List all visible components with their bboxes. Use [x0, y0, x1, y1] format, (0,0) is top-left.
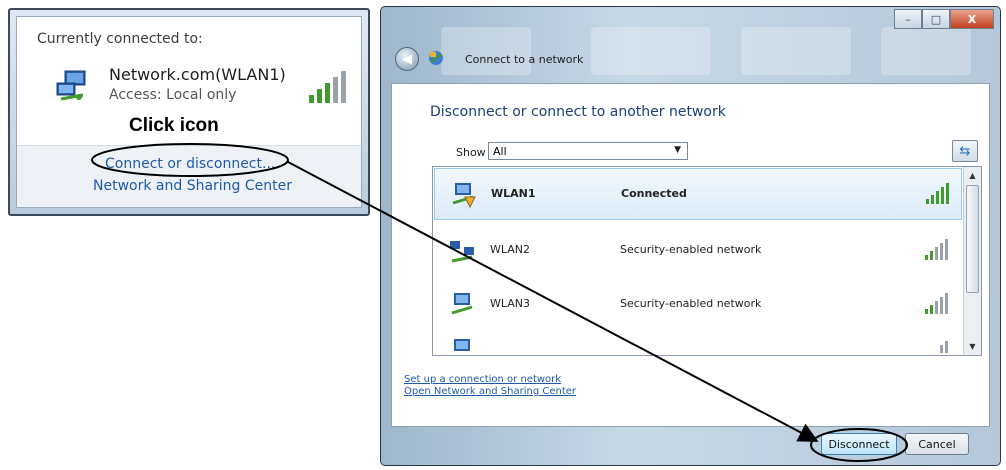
scroll-up-icon[interactable]: ▲	[965, 168, 980, 183]
connect-to-network-window: – □ X ◀ Connect to a network Disconnect …	[380, 6, 1001, 466]
back-arrow-icon[interactable]: ◀	[395, 47, 419, 71]
background-ghost-3	[741, 27, 851, 75]
maximize-button[interactable]: □	[922, 9, 950, 29]
network-list: WLAN1 Connected WLAN2 Security-enabled n…	[432, 166, 982, 356]
network-row-wlan3[interactable]: WLAN3 Security-enabled network	[434, 279, 962, 331]
refresh-icon[interactable]: ⇆	[952, 140, 978, 162]
show-filter-dropdown[interactable]: All ▼	[488, 142, 688, 160]
popup-body: Currently connected to: Network.com(WLAN…	[16, 16, 362, 208]
list-scrollbar[interactable]: ▲ ▼	[963, 167, 981, 355]
network-row-wlan1[interactable]: WLAN1 Connected	[434, 168, 962, 220]
close-button[interactable]: X	[950, 9, 994, 29]
popup-title: Currently connected to:	[37, 31, 203, 47]
access-level: Access: Local only	[109, 87, 237, 103]
connect-disconnect-link[interactable]: Connect or disconnect...	[105, 156, 275, 172]
title-bar: – □ X ◀ Connect to a network	[381, 7, 1000, 83]
network-computer-icon	[451, 293, 473, 315]
disconnect-button[interactable]: Disconnect	[821, 433, 897, 455]
signal-strength-icon	[925, 239, 948, 260]
open-sharing-center-link[interactable]: Open Network and Sharing Center	[404, 386, 576, 397]
window-title: Connect to a network	[465, 53, 584, 66]
network-computer-icon	[56, 70, 86, 101]
background-ghost-4	[881, 27, 971, 75]
background-ghost-1	[441, 27, 531, 75]
click-icon-annotation: Click icon	[129, 115, 219, 136]
setup-connection-link[interactable]: Set up a connection or network	[404, 374, 561, 385]
network-name: WLAN1	[491, 187, 536, 200]
network-status-popup: Currently connected to: Network.com(WLAN…	[8, 8, 370, 216]
network-row-wlan2[interactable]: WLAN2 Security-enabled network	[434, 225, 962, 277]
signal-strength-icon	[309, 71, 346, 103]
connected-network-name: Network.com(WLAN1)	[109, 65, 286, 84]
network-name: WLAN2	[490, 243, 531, 256]
signal-strength-icon	[926, 183, 949, 204]
chevron-down-icon: ▼	[674, 145, 681, 155]
network-wizard-icon	[429, 51, 443, 65]
show-filter-value: All	[493, 144, 507, 158]
ad-hoc-network-icon	[450, 241, 474, 263]
network-status: Connected	[621, 187, 687, 200]
background-ghost-2	[591, 27, 711, 75]
dialog-heading: Disconnect or connect to another network	[430, 104, 726, 120]
signal-strength-icon	[925, 293, 948, 314]
popup-links-section: Connect or disconnect... Network and Sha…	[17, 145, 361, 207]
secured-network-icon	[452, 183, 476, 209]
cancel-button[interactable]: Cancel	[905, 433, 969, 455]
signal-strength-icon	[940, 341, 948, 353]
window-controls: – □ X	[894, 9, 994, 29]
network-status: Security-enabled network	[620, 243, 762, 256]
minimize-button[interactable]: –	[894, 9, 922, 29]
scroll-down-icon[interactable]: ▼	[965, 339, 980, 354]
network-status: Security-enabled network	[620, 297, 762, 310]
scroll-thumb[interactable]	[966, 185, 979, 293]
network-computer-icon	[454, 339, 470, 351]
dialog-content: Disconnect or connect to another network…	[391, 83, 990, 427]
show-filter-label: Show	[456, 146, 486, 159]
network-row-partial[interactable]	[434, 331, 962, 353]
network-name: WLAN3	[490, 297, 531, 310]
network-sharing-center-link[interactable]: Network and Sharing Center	[93, 178, 292, 194]
dialog-footer: Disconnect Cancel	[391, 429, 990, 459]
popup-top-section: Currently connected to: Network.com(WLAN…	[17, 17, 361, 145]
